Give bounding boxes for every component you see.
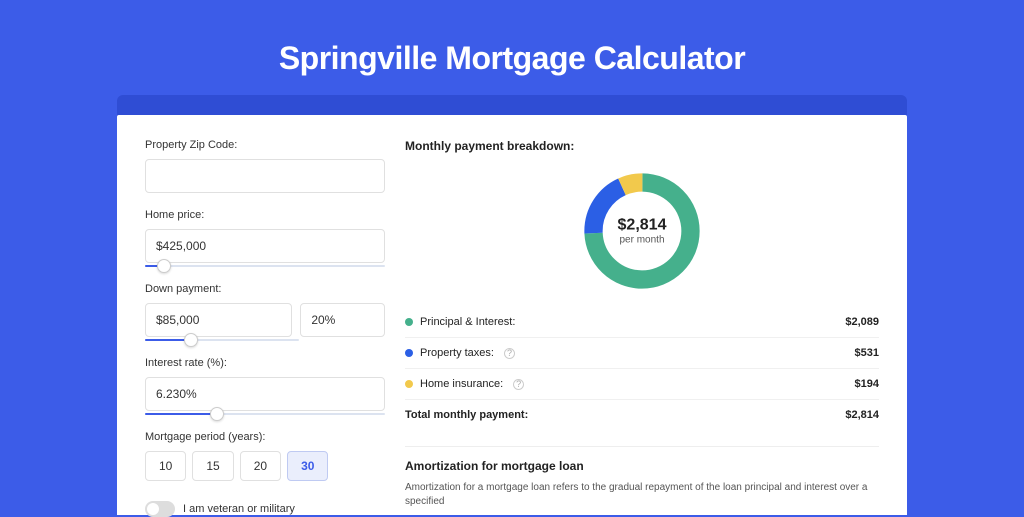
- interest-label: Interest rate (%):: [145, 357, 385, 369]
- swatch-insurance: [405, 380, 413, 388]
- period-options: 10 15 20 30: [145, 451, 385, 481]
- breakdown-panel: Monthly payment breakdown: $2,814 per mo…: [405, 139, 879, 515]
- calculator-frame: Property Zip Code: Home price: Down paym…: [117, 95, 907, 515]
- info-icon[interactable]: ?: [504, 348, 515, 359]
- input-form: Property Zip Code: Home price: Down paym…: [145, 139, 385, 515]
- swatch-taxes: [405, 349, 413, 357]
- payment-donut-chart: $2,814 per month: [578, 167, 706, 295]
- period-btn-20[interactable]: 20: [240, 451, 281, 481]
- divider: [405, 446, 879, 447]
- info-icon[interactable]: ?: [513, 379, 524, 390]
- legend-label-taxes: Property taxes:: [420, 347, 494, 359]
- interest-input[interactable]: [145, 377, 385, 411]
- period-btn-30[interactable]: 30: [287, 451, 328, 481]
- slider-thumb[interactable]: [157, 259, 171, 273]
- donut-center-value: $2,814: [618, 217, 667, 235]
- down-payment-pct-input[interactable]: [300, 303, 385, 337]
- legend-label-insurance: Home insurance:: [420, 378, 503, 390]
- period-label: Mortgage period (years):: [145, 431, 385, 443]
- home-price-slider[interactable]: [145, 265, 385, 267]
- slider-thumb[interactable]: [184, 333, 198, 347]
- veteran-label: I am veteran or military: [183, 503, 295, 515]
- period-btn-10[interactable]: 10: [145, 451, 186, 481]
- legend-value-principal: $2,089: [845, 316, 879, 328]
- legend-value-insurance: $194: [855, 378, 879, 390]
- breakdown-title: Monthly payment breakdown:: [405, 139, 879, 153]
- home-price-label: Home price:: [145, 209, 385, 221]
- veteran-toggle[interactable]: [145, 501, 175, 517]
- breakdown-legend: Principal & Interest: $2,089 Property ta…: [405, 307, 879, 430]
- toggle-knob: [147, 503, 159, 515]
- legend-label-total: Total monthly payment:: [405, 409, 528, 421]
- home-price-input[interactable]: [145, 229, 385, 263]
- swatch-principal: [405, 318, 413, 326]
- zip-label: Property Zip Code:: [145, 139, 385, 151]
- zip-input[interactable]: [145, 159, 385, 193]
- interest-slider[interactable]: [145, 413, 385, 415]
- amortization-text: Amortization for a mortgage loan refers …: [405, 481, 879, 509]
- down-payment-slider[interactable]: [145, 339, 299, 341]
- legend-value-taxes: $531: [855, 347, 879, 359]
- down-payment-amount-input[interactable]: [145, 303, 292, 337]
- page-title: Springville Mortgage Calculator: [0, 40, 1024, 77]
- legend-label-principal: Principal & Interest:: [420, 316, 515, 328]
- down-payment-label: Down payment:: [145, 283, 385, 295]
- donut-center-sub: per month: [618, 235, 667, 246]
- amortization-title: Amortization for mortgage loan: [405, 459, 879, 473]
- slider-thumb[interactable]: [210, 407, 224, 421]
- legend-value-total: $2,814: [845, 409, 879, 421]
- period-btn-15[interactable]: 15: [192, 451, 233, 481]
